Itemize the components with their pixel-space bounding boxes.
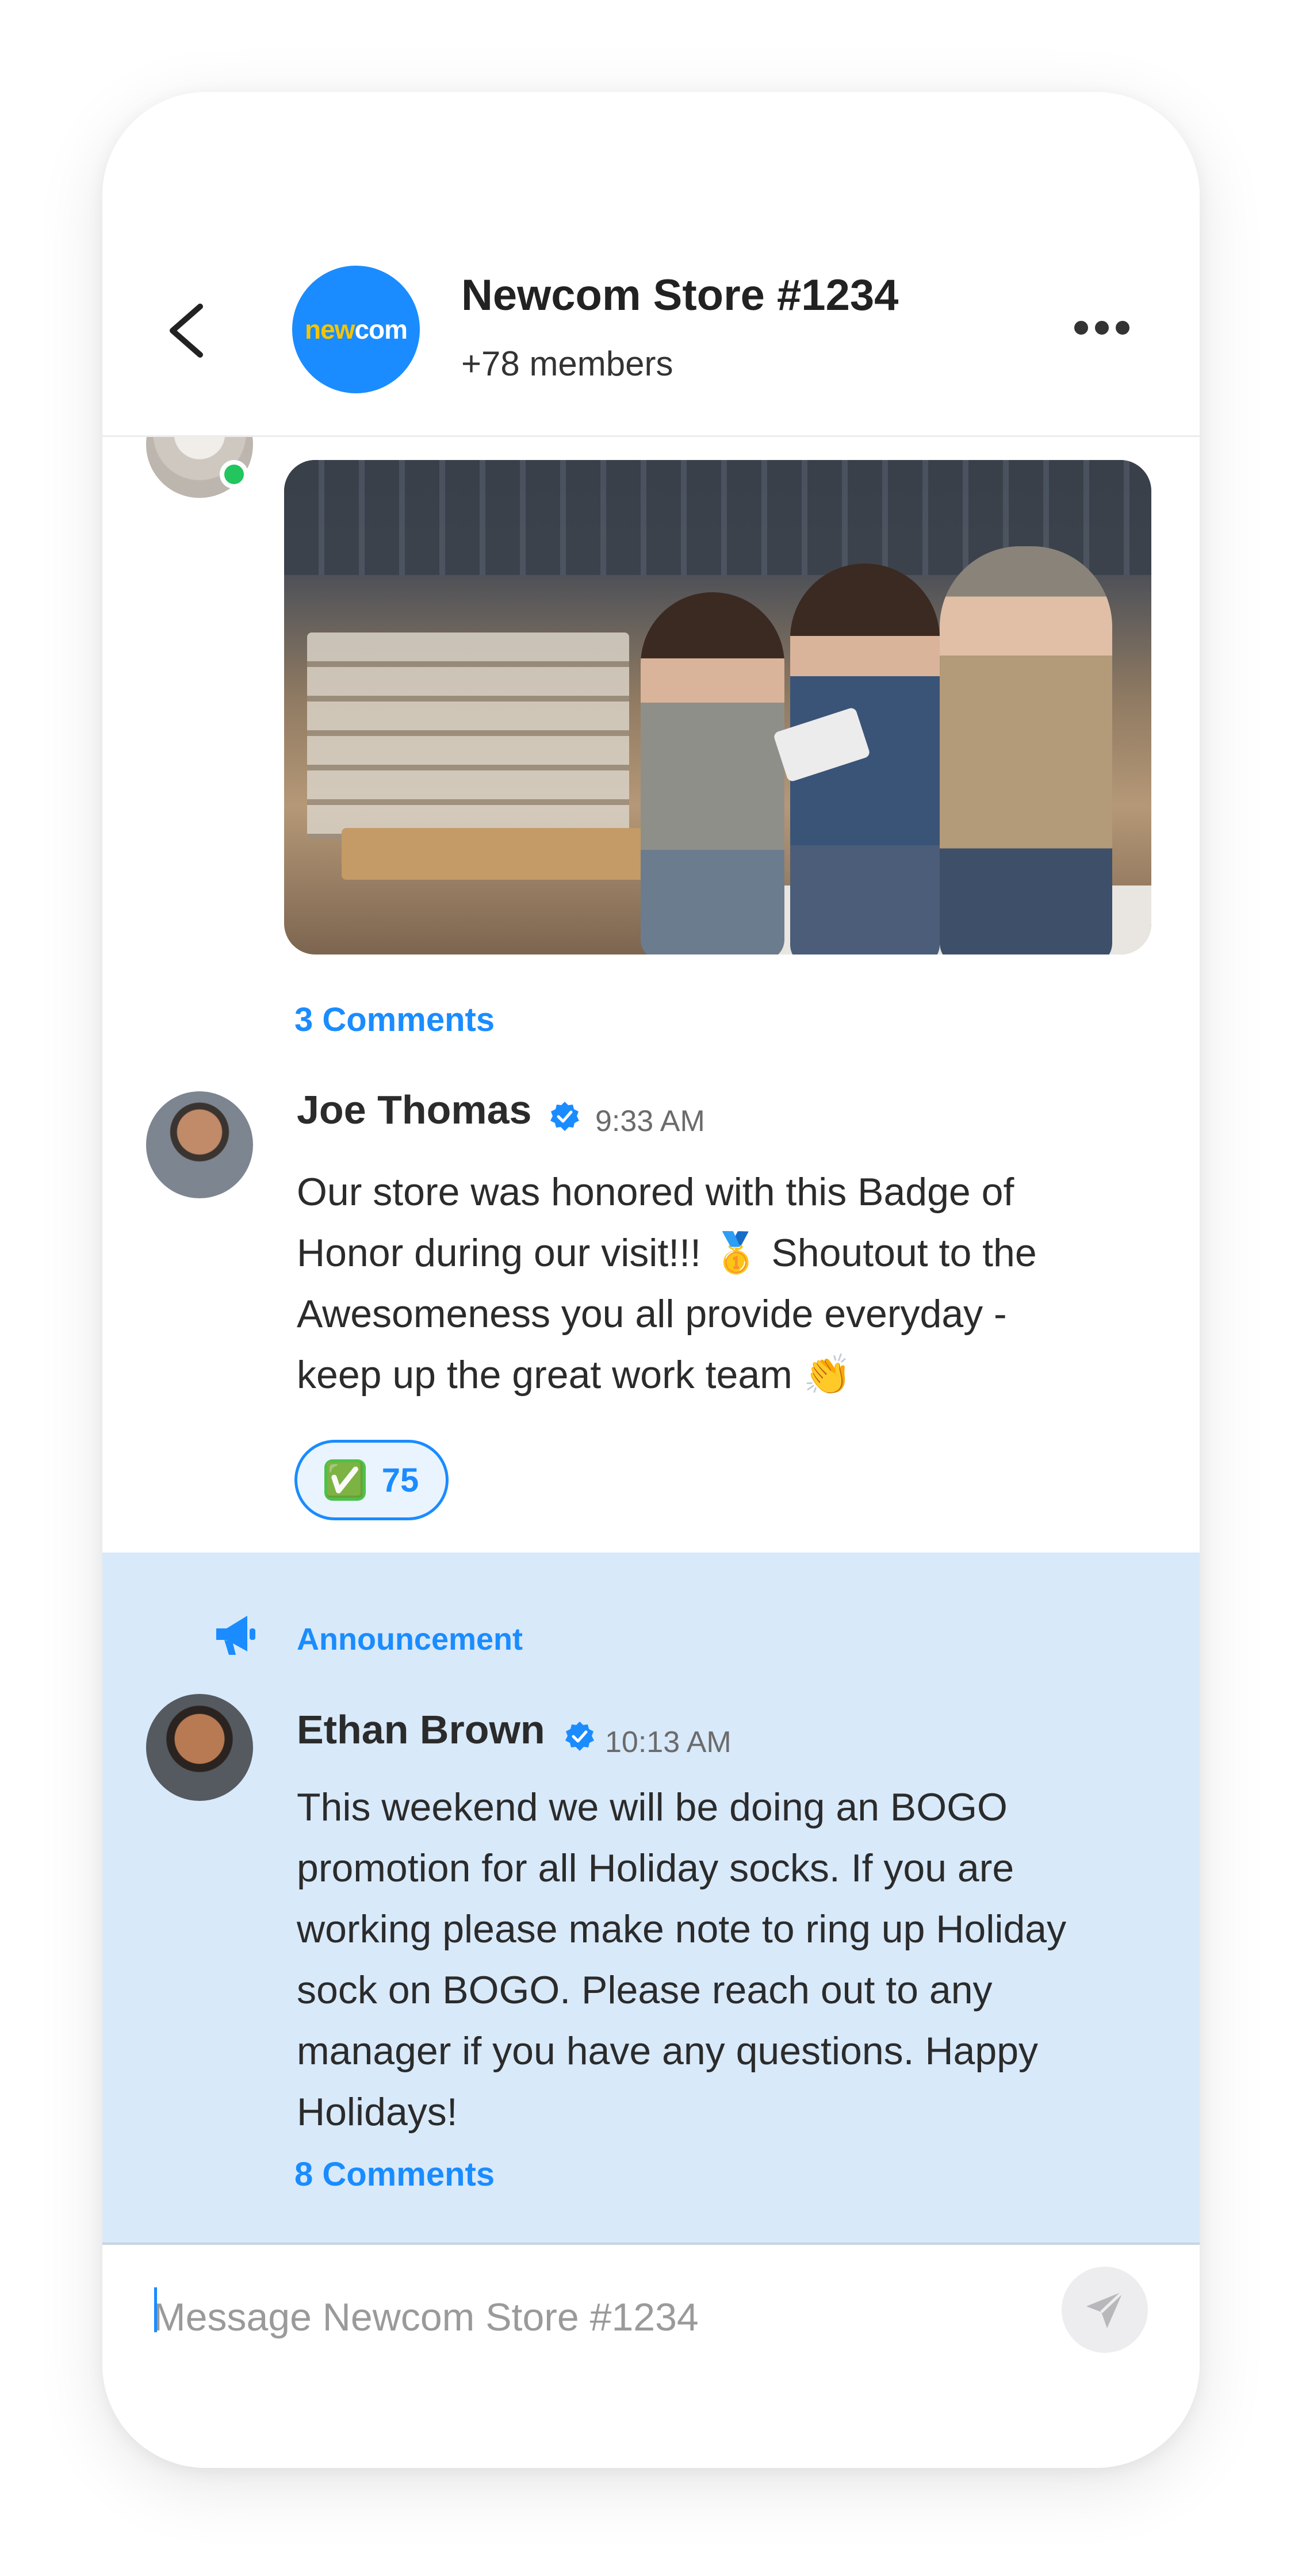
send-icon — [1086, 2290, 1124, 2328]
online-status-indicator — [220, 460, 248, 489]
post-image[interactable] — [284, 460, 1151, 954]
logo-text-highlight: new — [304, 315, 355, 344]
message-timestamp: 10:13 AM — [605, 1726, 732, 1759]
message-body: Our store was honored with this Badge of… — [297, 1170, 1037, 1397]
megaphone-icon — [216, 1616, 255, 1655]
image-shelf — [307, 632, 629, 839]
member-count[interactable]: +78 members — [461, 344, 673, 384]
author-name[interactable]: Ethan Brown — [297, 1707, 545, 1753]
author-name[interactable]: Joe Thomas — [297, 1087, 531, 1133]
comments-link[interactable]: 3 Comments — [294, 1000, 495, 1039]
avatar[interactable] — [146, 1694, 253, 1801]
more-dot — [1116, 321, 1129, 335]
reaction-chip[interactable]: ✅ 75 — [294, 1440, 449, 1520]
store-logo[interactable]: new com — [292, 266, 420, 393]
chat-title[interactable]: Newcom Store #1234 — [461, 270, 898, 320]
verified-check-icon — [565, 1722, 594, 1751]
message-timestamp: 9:33 AM — [595, 1105, 705, 1138]
message-composer — [102, 2242, 1200, 2468]
message-body: This weekend we will be doing an BOGO pr… — [297, 1785, 1067, 2134]
image-person — [641, 592, 784, 954]
text-caret — [154, 2287, 157, 2332]
avatar[interactable] — [146, 1091, 253, 1198]
more-dot — [1095, 321, 1109, 335]
phone-frame: new com Newcom Store #1234 +78 members 3 … — [102, 92, 1200, 2468]
send-button[interactable] — [1062, 2267, 1148, 2353]
comments-link[interactable]: 8 Comments — [294, 2155, 495, 2194]
announcement-label: Announcement — [297, 1622, 523, 1657]
verified-check-icon — [550, 1102, 579, 1131]
more-horizontal-icon[interactable] — [1074, 310, 1143, 345]
logo-text-rest: com — [354, 315, 408, 344]
reaction-count: 75 — [381, 1461, 419, 1499]
more-dot — [1074, 321, 1088, 335]
chat-header: new com Newcom Store #1234 +78 members — [102, 92, 1200, 437]
check-mark-icon: ✅ — [324, 1459, 366, 1501]
chevron-left-icon[interactable] — [160, 296, 212, 365]
image-person — [940, 546, 1112, 954]
message-input[interactable] — [153, 2283, 958, 2352]
